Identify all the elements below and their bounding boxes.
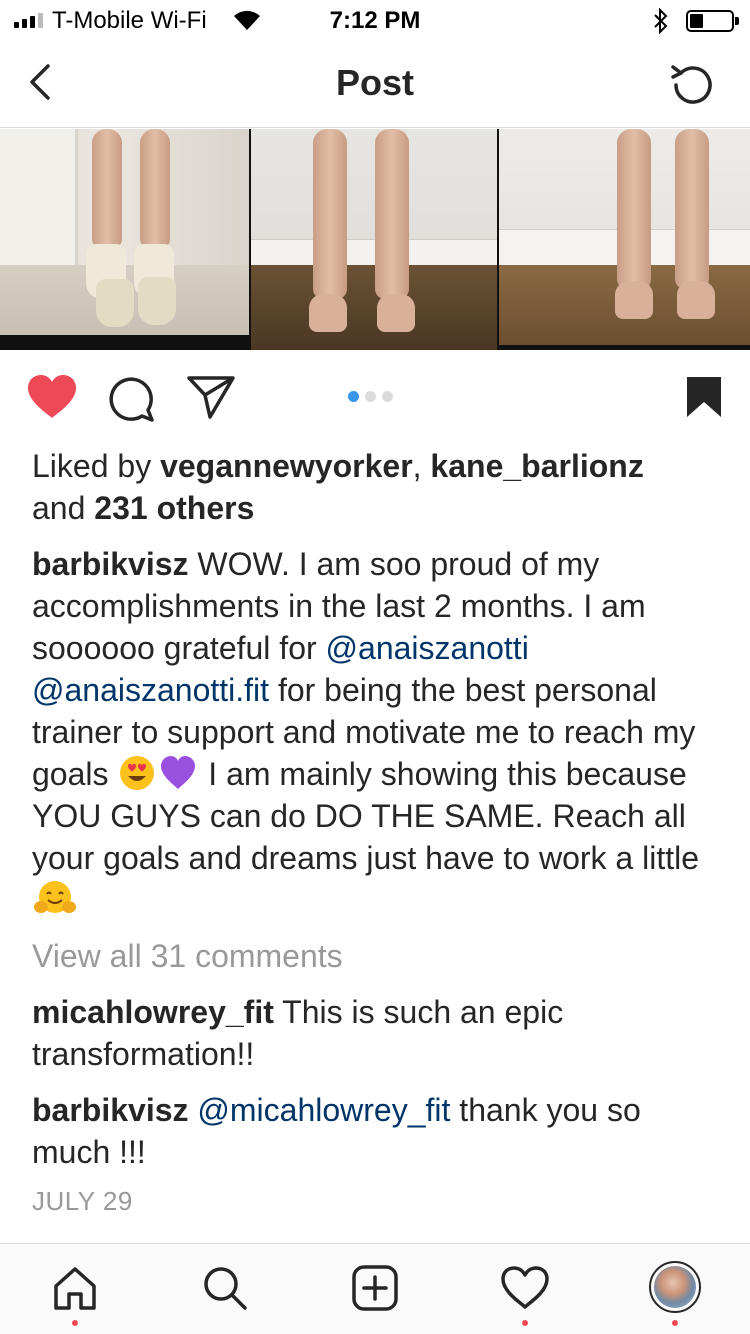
comment-username[interactable]: barbikvisz bbox=[32, 1092, 189, 1128]
liker-username[interactable]: vegannewyorker bbox=[160, 448, 413, 484]
carousel-dot bbox=[365, 391, 376, 402]
comment-username[interactable]: micahlowrey_fit bbox=[32, 994, 274, 1030]
bottom-tab-bar bbox=[0, 1243, 750, 1334]
purple-heart-emoji-icon bbox=[161, 756, 196, 789]
nav-header: Post bbox=[0, 40, 750, 128]
hugging-face-emoji-icon bbox=[34, 881, 76, 913]
mention-link[interactable]: @micahlowrey_fit bbox=[197, 1092, 450, 1128]
activity-heart-icon bbox=[501, 1266, 549, 1309]
like-heart-icon[interactable] bbox=[26, 374, 78, 420]
carousel-dot-active bbox=[348, 391, 359, 402]
likes-summary[interactable]: Liked by vegannewyorker, kane_barlionz a… bbox=[32, 445, 722, 529]
notification-dot bbox=[522, 1320, 528, 1326]
mention-link[interactable]: @anaiszanotti.fit bbox=[32, 672, 269, 708]
tab-profile[interactable] bbox=[600, 1244, 750, 1334]
notification-dot bbox=[72, 1320, 78, 1326]
tab-home[interactable] bbox=[0, 1244, 150, 1334]
new-post-icon bbox=[352, 1265, 398, 1311]
carousel-dot bbox=[382, 391, 393, 402]
refresh-icon[interactable] bbox=[664, 58, 718, 112]
comment-bubble-icon[interactable] bbox=[108, 376, 156, 422]
liker-username[interactable]: kane_barlionz bbox=[430, 448, 643, 484]
status-bar: T-Mobile Wi-Fi 7:12 PM bbox=[0, 0, 750, 40]
search-icon bbox=[204, 1267, 247, 1310]
post-caption: barbikvisz WOW. I am soo proud of my acc… bbox=[32, 543, 722, 921]
profile-avatar bbox=[649, 1261, 701, 1313]
share-send-icon[interactable] bbox=[186, 374, 236, 420]
carousel-indicator bbox=[348, 391, 393, 402]
heart-eyes-emoji-icon bbox=[120, 756, 155, 790]
tab-search[interactable] bbox=[150, 1244, 300, 1334]
photo-panel-3 bbox=[499, 129, 750, 345]
comment-item: barbikvisz @micahlowrey_fit thank you so… bbox=[32, 1089, 722, 1173]
battery-icon bbox=[686, 10, 739, 32]
likes-count[interactable]: 231 others bbox=[94, 490, 254, 526]
photo-panel-2 bbox=[251, 129, 497, 350]
bluetooth-icon bbox=[654, 8, 668, 34]
tab-new-post[interactable] bbox=[300, 1244, 450, 1334]
home-icon bbox=[54, 1267, 96, 1310]
photo-panel-1 bbox=[0, 129, 249, 335]
page-title: Post bbox=[335, 62, 414, 103]
tab-activity[interactable] bbox=[450, 1244, 600, 1334]
bookmark-saved-icon[interactable] bbox=[686, 376, 722, 418]
notification-dot bbox=[672, 1320, 678, 1326]
post-actions-row bbox=[0, 350, 750, 440]
status-time: 7:12 PM bbox=[329, 7, 421, 34]
post-date: JULY 29 bbox=[32, 1186, 133, 1216]
caption-username[interactable]: barbikvisz bbox=[32, 546, 189, 582]
post-photo-carousel[interactable] bbox=[0, 129, 750, 350]
view-all-comments-link[interactable]: View all 31 comments bbox=[32, 935, 722, 977]
comment-item: micahlowrey_fit This is such an epic tra… bbox=[32, 991, 722, 1075]
mention-link[interactable]: @anaiszanotti bbox=[326, 630, 529, 666]
